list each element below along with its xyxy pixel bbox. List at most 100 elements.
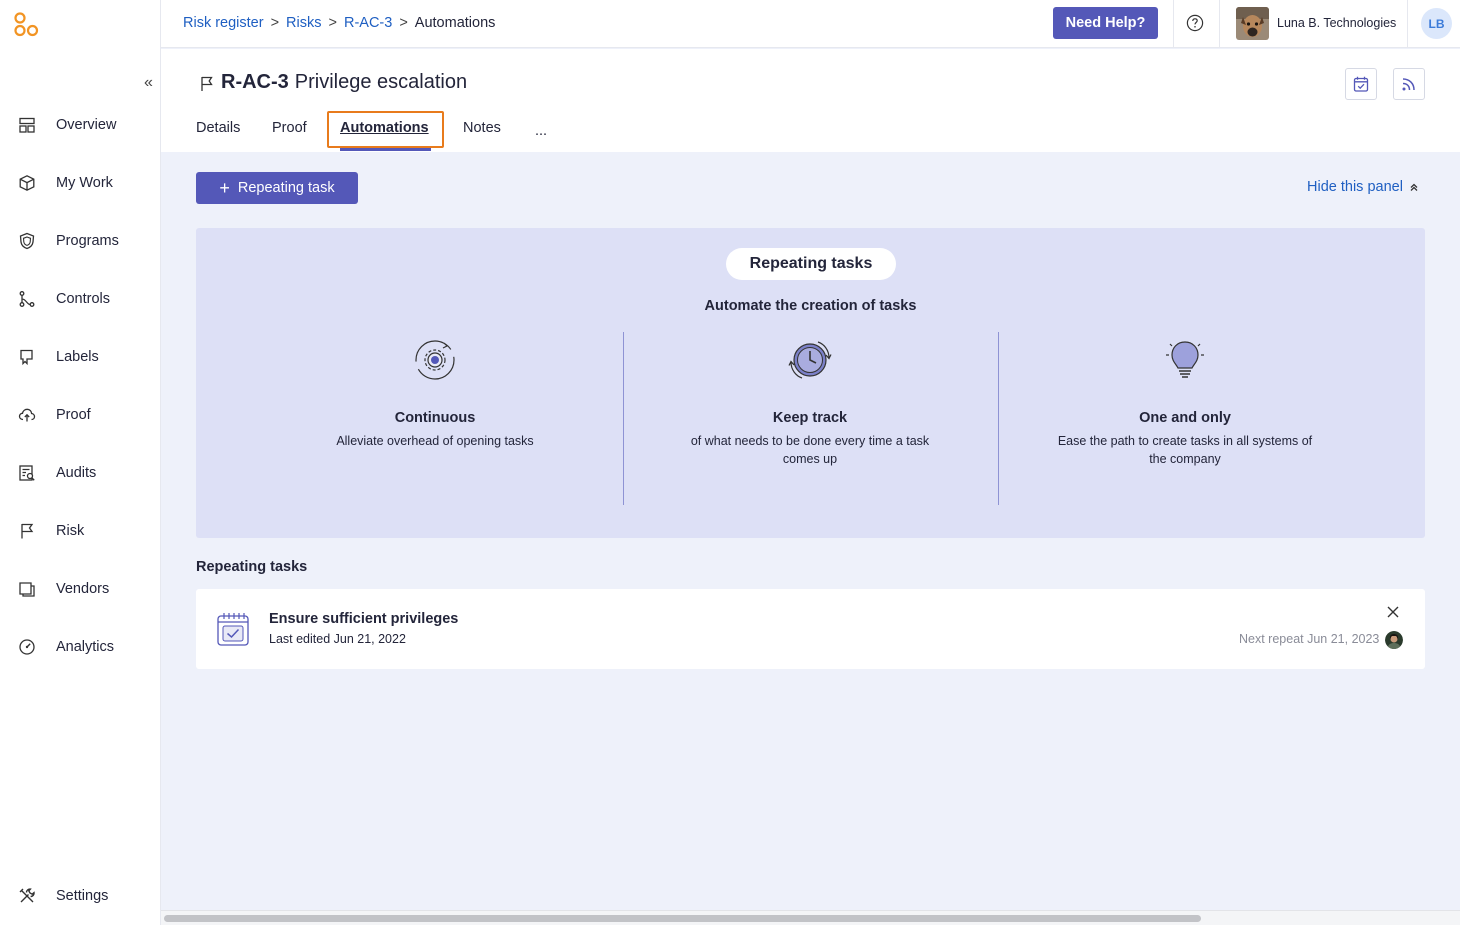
task-title[interactable]: Ensure sufficient privileges (269, 611, 458, 627)
overview-icon (19, 117, 35, 133)
sidebar-item-label: Programs (56, 233, 119, 249)
breadcrumb-separator: > (399, 15, 408, 31)
cube-icon (19, 175, 35, 191)
breadcrumb-risk-register[interactable]: Risk register (183, 15, 264, 31)
sidebar-item-labels[interactable]: Labels (0, 339, 160, 375)
flag-icon (201, 76, 213, 91)
divider (1173, 0, 1174, 48)
main-content: Risk register > Risks > R-AC-3 > Automat… (161, 0, 1460, 925)
hide-panel-label: Hide this panel (1307, 179, 1403, 195)
divider (1407, 0, 1408, 48)
gear-cycle-icon (415, 340, 455, 380)
sidebar-item-label: Controls (56, 291, 110, 307)
task-last-edited: Last edited Jun 21, 2022 (269, 632, 406, 646)
horizontal-scrollbar[interactable] (161, 910, 1460, 925)
sidebar-item-proof[interactable]: Proof (0, 397, 160, 433)
divider (998, 332, 999, 505)
shield-icon (19, 232, 35, 250)
tasks-button[interactable] (1345, 68, 1377, 100)
app-logo[interactable] (13, 12, 39, 38)
breadcrumb-separator: > (270, 15, 280, 31)
calendar-check-icon (217, 613, 249, 646)
tab-more[interactable]: ... (535, 123, 547, 139)
risk-name: Privilege escalation (294, 71, 468, 93)
feature-title: Keep track (772, 410, 848, 426)
controls-icon (19, 291, 35, 307)
need-help-button[interactable]: Need Help? (1053, 7, 1158, 39)
sidebar-item-controls[interactable]: Controls (0, 281, 160, 317)
vendor-icon (19, 582, 35, 597)
plus-icon: + (219, 178, 230, 198)
tab-notes[interactable]: Notes (463, 120, 501, 136)
lightbulb-icon (1166, 341, 1204, 378)
sidebar-item-audits[interactable]: Audits (0, 455, 160, 491)
sidebar-item-label: Analytics (56, 639, 115, 655)
sidebar-item-my-work[interactable]: My Work (0, 165, 160, 201)
add-button-label: Repeating task (237, 180, 335, 196)
sidebar-item-label: Labels (56, 349, 99, 365)
clock-cycle-icon (788, 341, 832, 379)
feature-keep-track: Keep track of what needs to be done ever… (680, 338, 940, 468)
page-header: R-AC-3 Privilege escalation Details Proo… (161, 49, 1460, 152)
sidebar-item-analytics[interactable]: Analytics (0, 629, 160, 665)
breadcrumb-separator: > (328, 15, 337, 31)
double-chevron-left-icon[interactable]: « (144, 74, 153, 92)
risk-code: R-AC-3 (221, 71, 289, 93)
feed-button[interactable] (1393, 68, 1425, 100)
sidebar-item-label: Overview (56, 117, 117, 133)
tab-details[interactable]: Details (196, 120, 240, 136)
label-icon (20, 349, 33, 366)
active-tab-indicator (340, 148, 431, 151)
feature-one-and-only: One and only Ease the path to create tas… (1055, 338, 1315, 468)
feature-title: Continuous (394, 410, 476, 426)
sidebar-item-label: Audits (56, 465, 97, 481)
section-title: Repeating tasks (196, 559, 308, 575)
audit-icon (19, 465, 35, 481)
gauge-icon (19, 639, 35, 655)
feature-continuous: Continuous Alleviate overhead of opening… (305, 338, 565, 450)
repeating-task-card[interactable]: Ensure sufficient privileges Last edited… (196, 589, 1425, 669)
sidebar-item-vendors[interactable]: Vendors (0, 571, 160, 607)
breadcrumb-risk-code[interactable]: R-AC-3 (344, 15, 392, 31)
divider (1219, 0, 1220, 48)
add-repeating-task-button[interactable]: + Repeating task (196, 172, 358, 204)
sidebar-item-programs[interactable]: Programs (0, 223, 160, 259)
panel-subtitle: Automate the creation of tasks (704, 298, 917, 314)
feature-title: One and only (1139, 410, 1231, 426)
hide-panel-link[interactable]: Hide this panel (1307, 179, 1419, 195)
assignee-avatar[interactable] (1385, 631, 1403, 649)
sidebar-item-label: Proof (56, 407, 91, 423)
page-title: R-AC-3 Privilege escalation (199, 71, 467, 94)
breadcrumb-risks[interactable]: Risks (286, 15, 321, 31)
sidebar-item-label: Risk (56, 523, 85, 539)
sidebar-item-risk[interactable]: Risk (0, 513, 160, 549)
close-icon[interactable] (1386, 605, 1400, 619)
cloud-upload-icon (18, 408, 36, 422)
breadcrumb: Risk register > Risks > R-AC-3 > Automat… (183, 15, 495, 31)
org-avatar[interactable] (1236, 7, 1269, 40)
top-bar: Risk register > Risks > R-AC-3 > Automat… (161, 0, 1460, 48)
task-next-repeat: Next repeat Jun 21, 2023 (1239, 632, 1380, 646)
sidebar-item-overview[interactable]: Overview (0, 107, 160, 143)
info-panel: Repeating tasks Automate the creation of… (196, 228, 1425, 538)
help-circle-icon[interactable] (1186, 14, 1204, 32)
sidebar-item-settings[interactable]: Settings (0, 878, 160, 914)
sidebar-item-label: Vendors (56, 581, 110, 597)
panel-pill: Repeating tasks (726, 248, 896, 280)
calendar-check-icon (1353, 76, 1369, 92)
feature-description: Alleviate overhead of opening tasks (336, 434, 534, 448)
scrollbar-thumb[interactable] (164, 915, 1201, 922)
sidebar-item-label: Settings (56, 888, 109, 904)
org-name[interactable]: Luna B. Technologies (1277, 16, 1396, 30)
feature-description: of what needs to be done every time a ta… (690, 434, 930, 466)
double-chevron-up-icon (1410, 183, 1418, 191)
user-avatar[interactable]: LB (1421, 8, 1452, 39)
breadcrumb-current: Automations (414, 15, 496, 31)
feature-description: Ease the path to create tasks in all sys… (1057, 434, 1313, 466)
tab-proof[interactable]: Proof (272, 120, 307, 136)
sidebar-item-label: My Work (56, 175, 113, 191)
tools-icon (19, 888, 35, 903)
rss-icon (1402, 78, 1415, 91)
sidebar: « Overview My Work Programs Controls Lab… (0, 0, 161, 925)
flag-icon (21, 523, 34, 539)
